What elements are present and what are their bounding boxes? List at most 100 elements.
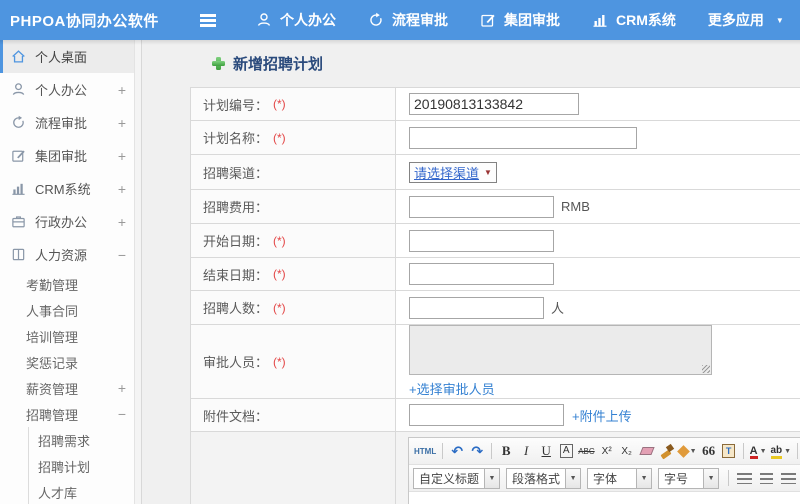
attachment-upload-link[interactable]: +附件上传 bbox=[572, 406, 632, 425]
top-navigation: 个人办公 流程审批 集团审批 CRM系统 更多应用 ▼ bbox=[256, 10, 784, 30]
plan-number-input[interactable] bbox=[409, 93, 579, 115]
sidebar-item-hr-contracts[interactable]: 人事合同 bbox=[0, 297, 142, 323]
editor-toolbar-row2: 自定义标题 ▼ 段落格式 ▼ 字体 ▼ 字号 ▼ bbox=[409, 465, 800, 492]
sidebar-item-admin-office[interactable]: 行政办公 + bbox=[0, 205, 142, 238]
caret-down-icon: ▼ bbox=[689, 447, 697, 455]
blockquote-icon[interactable]: 66 bbox=[700, 442, 718, 461]
hamburger-menu-icon[interactable] bbox=[200, 18, 216, 22]
flow-icon bbox=[13, 115, 24, 128]
briefcase-icon bbox=[12, 216, 25, 228]
caret-down-icon: ▼ bbox=[484, 468, 500, 488]
user-icon bbox=[12, 83, 25, 96]
required-mark: (*) bbox=[273, 97, 286, 111]
sidebar-item-recruit-mgmt[interactable]: 招聘管理 − bbox=[0, 401, 142, 427]
caret-down-icon: ▼ bbox=[759, 447, 767, 455]
edit-square-icon bbox=[12, 150, 25, 162]
sidebar-item-recruit-plan[interactable]: 招聘计划 bbox=[29, 453, 142, 479]
field-label: 审批人员： bbox=[203, 355, 269, 370]
attachment-input[interactable] bbox=[409, 404, 564, 426]
font-family-select[interactable]: 字体 ▼ bbox=[587, 467, 653, 489]
form-row-approvers: 审批人员： (*) +选择审批人员 bbox=[191, 325, 800, 399]
form-row-start-date: 开始日期： (*) bbox=[191, 224, 800, 258]
required-mark: (*) bbox=[273, 354, 286, 369]
sidebar-item-reward-records[interactable]: 奖惩记录 bbox=[0, 349, 142, 375]
sidebar-item-human-resources[interactable]: 人力资源 − bbox=[0, 238, 142, 271]
caret-down-icon: ▼ bbox=[784, 447, 792, 455]
approvers-textarea[interactable] bbox=[409, 325, 712, 375]
sidebar-item-attendance-mgmt[interactable]: 考勤管理 bbox=[0, 271, 142, 297]
form-row-content-editor: HTML ↶ ↷ B I U A ABC X² X₂ ▼ 66 T A ▼ ab… bbox=[191, 432, 800, 504]
editor-content-area[interactable] bbox=[409, 492, 800, 504]
field-label: 计划名称： bbox=[203, 131, 269, 146]
expand-plus-icon[interactable]: + bbox=[118, 148, 126, 164]
subscript-icon[interactable]: X₂ bbox=[618, 442, 636, 461]
italic-icon[interactable]: I bbox=[517, 442, 535, 461]
currency-suffix: RMB bbox=[561, 199, 590, 214]
select-approvers-link[interactable]: +选择审批人员 bbox=[409, 379, 495, 398]
caret-down-icon: ▼ bbox=[565, 468, 581, 488]
expand-plus-icon[interactable]: + bbox=[118, 82, 126, 98]
sidebar-scrollbar[interactable] bbox=[134, 40, 142, 504]
sidebar-item-recruit-demand[interactable]: 招聘需求 bbox=[29, 427, 142, 453]
format-paint-icon[interactable]: ▼ bbox=[676, 442, 698, 461]
expand-plus-icon[interactable]: + bbox=[118, 181, 126, 197]
topnav-group-approval[interactable]: 集团审批 bbox=[480, 10, 560, 30]
redo-icon[interactable]: ↷ bbox=[468, 442, 486, 461]
brush-icon[interactable] bbox=[660, 445, 673, 458]
paste-text-icon[interactable]: T bbox=[722, 444, 736, 458]
unit-suffix: 人 bbox=[551, 301, 565, 316]
collapse-minus-icon[interactable]: − bbox=[118, 247, 126, 263]
book-icon bbox=[12, 248, 25, 261]
superscript-icon[interactable]: X² bbox=[598, 442, 616, 461]
underline-icon[interactable]: U bbox=[537, 442, 555, 461]
expand-plus-icon[interactable]: + bbox=[118, 214, 126, 230]
field-label: 招聘渠道： bbox=[203, 165, 269, 181]
highlight-color-icon[interactable]: ab ▼ bbox=[770, 442, 793, 461]
font-size-select[interactable]: 字号 ▼ bbox=[658, 467, 720, 489]
sidebar-item-training-mgmt[interactable]: 培训管理 bbox=[0, 323, 142, 349]
expand-plus-icon[interactable]: + bbox=[118, 380, 126, 396]
bar-chart-icon bbox=[12, 183, 25, 195]
recruit-submenu: 招聘需求 招聘计划 人才库 bbox=[28, 427, 142, 504]
custom-heading-select[interactable]: 自定义标题 ▼ bbox=[413, 467, 501, 489]
html-source-icon[interactable]: HTML bbox=[413, 442, 437, 461]
sidebar-item-personal-desktop[interactable]: 个人桌面 bbox=[0, 40, 142, 73]
strikethrough-icon[interactable]: ABC bbox=[577, 442, 595, 461]
home-icon bbox=[12, 50, 25, 63]
sidebar-item-talent-pool[interactable]: 人才库 bbox=[29, 479, 142, 504]
plan-name-input[interactable] bbox=[409, 126, 637, 149]
form-row-headcount: 招聘人数： (*) 人 bbox=[191, 291, 800, 325]
align-left-icon[interactable] bbox=[737, 472, 753, 484]
page-title: 新增招聘计划 bbox=[212, 53, 323, 74]
green-plus-icon bbox=[212, 57, 225, 70]
font-color-icon[interactable]: A ▼ bbox=[749, 442, 768, 461]
collapse-minus-icon[interactable]: − bbox=[118, 406, 126, 422]
expand-plus-icon[interactable]: + bbox=[118, 115, 126, 131]
undo-icon[interactable]: ↶ bbox=[448, 442, 466, 461]
headcount-input[interactable] bbox=[409, 296, 544, 319]
field-label: 计划编号： bbox=[203, 97, 269, 113]
end-date-input[interactable] bbox=[409, 263, 554, 285]
align-right-icon[interactable] bbox=[781, 472, 797, 484]
sidebar-item-salary-mgmt[interactable]: 薪资管理 + bbox=[0, 375, 142, 401]
topnav-workflow-approval[interactable]: 流程审批 bbox=[368, 10, 448, 30]
topnav-more-apps[interactable]: 更多应用 ▼ bbox=[708, 10, 784, 30]
sidebar-item-crm-system[interactable]: CRM系统 + bbox=[0, 172, 142, 205]
sidebar: 个人桌面 个人办公 + 流程审批 + 集团审批 + CRM系统 + 行政办公 +… bbox=[0, 40, 142, 504]
sidebar-item-workflow-approval[interactable]: 流程审批 + bbox=[0, 106, 142, 139]
bold-icon[interactable]: B bbox=[497, 442, 515, 461]
sidebar-item-personal-office[interactable]: 个人办公 + bbox=[0, 73, 142, 106]
topnav-personal-office[interactable]: 个人办公 bbox=[256, 10, 336, 30]
font-border-icon[interactable]: A bbox=[559, 444, 573, 458]
field-label: 招聘人数： bbox=[203, 301, 269, 316]
eraser-icon[interactable] bbox=[639, 447, 655, 455]
start-date-input[interactable] bbox=[409, 229, 554, 252]
align-center-icon[interactable] bbox=[760, 472, 774, 484]
sidebar-item-group-approval[interactable]: 集团审批 + bbox=[0, 139, 142, 172]
paragraph-format-select[interactable]: 段落格式 ▼ bbox=[506, 467, 582, 489]
field-label: 开始日期： bbox=[203, 234, 269, 249]
channel-select[interactable]: 请选择渠道 ▼ bbox=[409, 161, 497, 183]
recruit-cost-input[interactable] bbox=[409, 195, 554, 218]
topnav-crm-system[interactable]: CRM系统 bbox=[592, 10, 676, 30]
user-icon bbox=[257, 13, 271, 26]
